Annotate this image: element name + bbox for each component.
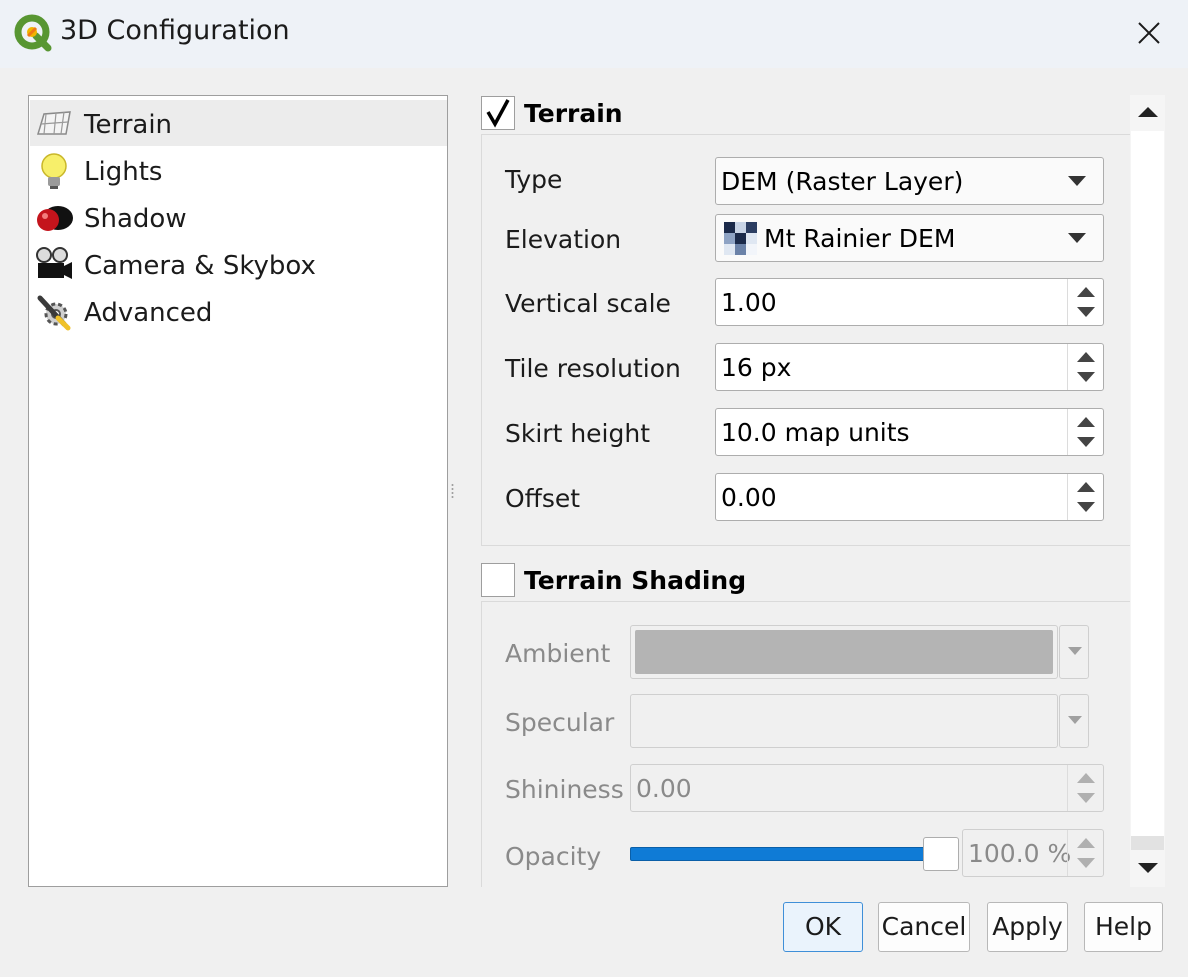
apply-button[interactable]: Apply (987, 902, 1068, 952)
tile-resolution-value: 16 px (721, 353, 792, 382)
spin-down-icon[interactable] (1076, 857, 1096, 869)
offset-spinbox[interactable]: 0.00 (715, 473, 1104, 521)
elevation-label: Elevation (505, 225, 622, 254)
chevron-down-icon (1068, 716, 1082, 724)
checkmark-icon (486, 99, 510, 128)
elevation-combo[interactable]: Mt Rainier DEM (715, 214, 1104, 262)
type-combo[interactable]: DEM (Raster Layer) (715, 157, 1104, 205)
specular-color-button[interactable] (630, 694, 1058, 748)
scrollbar-thumb[interactable] (1131, 131, 1164, 836)
sidebar-item-lights[interactable]: Lights (30, 147, 447, 193)
spin-up-icon[interactable] (1076, 481, 1096, 493)
terrain-checkbox[interactable] (481, 96, 515, 130)
ambient-color-swatch (635, 630, 1053, 674)
spin-down-icon[interactable] (1076, 306, 1096, 318)
shadow-icon (37, 206, 73, 231)
settings-pane: Terrain Type DEM (Raster Layer) Elevatio… (478, 93, 1130, 887)
ok-button[interactable]: OK (783, 902, 863, 952)
scroll-down-button[interactable] (1130, 851, 1165, 887)
scrollbar-track[interactable] (1131, 836, 1164, 850)
terrain-shading-group-title: Terrain Shading (524, 566, 747, 595)
scroll-up-icon (1138, 107, 1158, 117)
wrench-gear-icon (37, 295, 71, 331)
skirt-height-spinbox[interactable]: 10.0 map units (715, 408, 1104, 456)
chevron-down-icon (1068, 647, 1082, 655)
spin-down-icon[interactable] (1076, 371, 1096, 383)
scroll-down-icon (1138, 863, 1158, 873)
opacity-label: Opacity (505, 842, 602, 871)
splitter-handle[interactable] (451, 483, 454, 499)
sidebar-item-label: Shadow (84, 204, 187, 234)
window-title: 3D Configuration (60, 15, 290, 46)
scroll-up-button[interactable] (1130, 95, 1165, 131)
close-button[interactable] (1120, 8, 1178, 58)
spin-down-icon[interactable] (1076, 501, 1096, 513)
shininess-label: Shininess (505, 775, 624, 804)
sidebar-item-terrain[interactable]: Terrain (30, 100, 447, 146)
spin-up-icon[interactable] (1076, 772, 1096, 784)
opacity-value: 100.0 % (968, 839, 1072, 868)
specular-color-swatch (635, 699, 1053, 743)
spin-up-icon[interactable] (1076, 416, 1096, 428)
vertical-scale-spinbox[interactable]: 1.00 (715, 278, 1104, 326)
skirt-height-label: Skirt height (505, 419, 651, 448)
spin-up-icon[interactable] (1076, 286, 1096, 298)
spin-down-icon[interactable] (1076, 436, 1096, 448)
close-icon (1138, 22, 1160, 44)
shininess-spinbox[interactable]: 0.00 (630, 764, 1104, 812)
spin-down-icon[interactable] (1076, 792, 1096, 804)
settings-scrollbar[interactable] (1130, 95, 1165, 887)
tile-resolution-label: Tile resolution (505, 354, 681, 383)
chevron-down-icon (1068, 233, 1086, 243)
spin-up-icon[interactable] (1076, 837, 1096, 849)
sidebar-item-camera-skybox[interactable]: Camera & Skybox (30, 241, 447, 287)
terrain-icon (36, 111, 71, 135)
help-button[interactable]: Help (1084, 902, 1163, 952)
type-label: Type (505, 165, 563, 194)
ambient-color-button[interactable] (630, 625, 1058, 679)
opacity-spinbox[interactable]: 100.0 % (962, 829, 1104, 877)
vertical-scale-value: 1.00 (721, 288, 777, 317)
chevron-down-icon (1068, 176, 1086, 186)
category-list[interactable]: Terrain Lights Shadow Camera & Skybox Ad… (28, 95, 448, 887)
offset-value: 0.00 (721, 483, 777, 512)
tile-resolution-spinbox[interactable]: 16 px (715, 343, 1104, 391)
cancel-button[interactable]: Cancel (878, 902, 970, 952)
sidebar-item-advanced[interactable]: Advanced (30, 288, 447, 334)
specular-label: Specular (505, 708, 615, 737)
spin-up-icon[interactable] (1076, 351, 1096, 363)
opacity-slider-handle[interactable] (923, 837, 959, 871)
camera-icon (36, 247, 72, 279)
ambient-label: Ambient (505, 639, 611, 668)
qgis-logo-icon (14, 14, 52, 52)
vertical-scale-label: Vertical scale (505, 289, 671, 318)
sidebar-item-label: Lights (84, 157, 163, 187)
sidebar-item-label: Advanced (84, 298, 213, 328)
offset-label: Offset (505, 484, 581, 513)
lightbulb-icon (41, 153, 67, 189)
opacity-slider-track[interactable] (630, 847, 925, 861)
shininess-value: 0.00 (636, 774, 692, 803)
elevation-value: Mt Rainier DEM (764, 224, 956, 253)
type-value: DEM (Raster Layer) (721, 167, 964, 196)
terrain-shading-checkbox[interactable] (481, 563, 515, 597)
ambient-color-dropdown[interactable] (1059, 625, 1089, 679)
terrain-group-title: Terrain (524, 99, 623, 128)
raster-layer-icon (724, 222, 757, 255)
specular-color-dropdown[interactable] (1059, 694, 1089, 748)
sidebar-item-shadow[interactable]: Shadow (30, 194, 447, 240)
sidebar-item-label: Terrain (84, 110, 173, 140)
sidebar-item-label: Camera & Skybox (84, 251, 316, 281)
skirt-height-value: 10.0 map units (721, 418, 910, 447)
title-bar: 3D Configuration (0, 0, 1188, 68)
